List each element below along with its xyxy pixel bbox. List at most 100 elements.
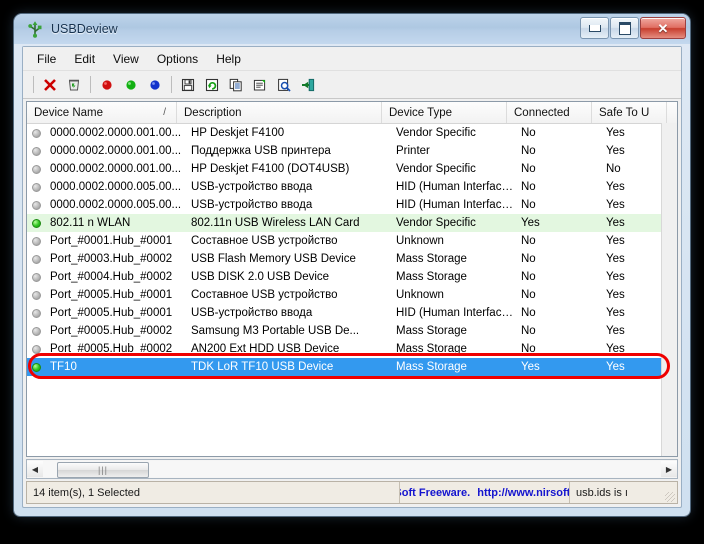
list-rows[interactable]: 0000.0002.0000.001.00... HP Deskjet F4100… [27, 124, 677, 456]
maximize-icon [618, 21, 631, 35]
list-header: Device Name / Description Device Type Co… [27, 102, 677, 124]
cell-type: Mass Storage [396, 253, 467, 265]
toolbar [23, 71, 681, 99]
cell-connected: No [521, 343, 536, 355]
menu-help[interactable]: Help [207, 49, 250, 69]
cell-description: USB-устройство ввода [191, 307, 313, 319]
cell-name: 0000.0002.0000.005.00... [50, 181, 182, 193]
usb-icon [26, 20, 44, 38]
table-row[interactable]: 0000.0002.0000.005.00... USB-устройство в… [27, 196, 677, 214]
horizontal-scroll-thumb[interactable]: ||| [57, 462, 149, 478]
usb-ids-label: usb.ids is ı [576, 486, 628, 499]
device-disconnected-icon [32, 308, 41, 318]
scroll-right-icon[interactable]: ▶ [661, 461, 677, 477]
table-row[interactable]: Port_#0005.Hub_#0002 Samsung M3 Portable … [27, 322, 677, 340]
usbdeview-window: USBDeview ✕ File Edit View Options Help [14, 14, 690, 516]
device-disconnected-icon [32, 326, 41, 336]
menu-options[interactable]: Options [148, 49, 207, 69]
cell-description: TDK LoR TF10 USB Device [191, 361, 334, 373]
table-row[interactable]: 802.11 n WLAN 802.11n USB Wireless LAN Ca… [27, 214, 677, 232]
table-row[interactable]: 0000.0002.0000.001.00... Поддержка USB пр… [27, 142, 677, 160]
column-header-description[interactable]: Description [177, 102, 382, 123]
column-header-device-name-label: Device Name [34, 106, 104, 119]
sort-indicator-icon: / [163, 107, 166, 118]
title-bar[interactable]: USBDeview ✕ [14, 14, 690, 44]
column-header-connected[interactable]: Connected [507, 102, 592, 123]
save-button[interactable] [176, 73, 200, 96]
menu-edit[interactable]: Edit [65, 49, 104, 69]
find-button[interactable] [272, 73, 296, 96]
table-row[interactable]: Port_#0003.Hub_#0002 USB Flash Memory USB… [27, 250, 677, 268]
cell-connected: No [521, 127, 536, 139]
table-row[interactable]: Port_#0005.Hub_#0001 USB-устройство ввода… [27, 304, 677, 322]
connect-device-button[interactable] [143, 73, 167, 96]
toolbar-separator [33, 76, 34, 93]
cell-connected: No [521, 325, 536, 337]
table-row[interactable]: TF10 TDK LoR TF10 USB Device Mass Storage Y… [27, 358, 677, 376]
device-disconnected-icon [32, 128, 41, 138]
toolbar-separator [171, 76, 172, 93]
copy-button[interactable] [224, 73, 248, 96]
device-disconnected-icon [32, 200, 41, 210]
cell-connected: Yes [521, 361, 540, 373]
table-row[interactable]: Port_#0001.Hub_#0001 Составное USB устрой… [27, 232, 677, 250]
cell-name: Port_#0005.Hub_#0002 [50, 325, 173, 337]
properties-button[interactable] [248, 73, 272, 96]
window-client-area: File Edit View Options Help Device Name … [22, 46, 682, 508]
cell-description: HP Deskjet F4100 (DOT4USB) [191, 163, 350, 175]
status-bar: 14 item(s), 1 Selected NirSoft Freeware.… [26, 481, 678, 504]
exit-button[interactable] [296, 73, 320, 96]
close-button[interactable]: ✕ [640, 17, 686, 39]
maximize-button[interactable] [610, 17, 639, 39]
cell-description: USB Flash Memory USB Device [191, 253, 356, 265]
cell-type: HID (Human Interface D... [396, 181, 514, 193]
cell-type: Vendor Specific [396, 127, 476, 139]
credit-name: NirSoft Freeware. [400, 486, 471, 499]
enable-device-button[interactable] [119, 73, 143, 96]
table-row[interactable]: Port_#0004.Hub_#0002 USB DISK 2.0 USB Dev… [27, 268, 677, 286]
column-header-device-name[interactable]: Device Name / [27, 102, 177, 123]
table-row[interactable]: Port_#0005.Hub_#0001 Составное USB устрой… [27, 286, 677, 304]
cell-connected: No [521, 181, 536, 193]
cell-connected: No [521, 289, 536, 301]
cell-type: Vendor Specific [396, 163, 476, 175]
caption-buttons: ✕ [579, 17, 686, 39]
refresh-button[interactable] [200, 73, 224, 96]
cell-description: Поддержка USB принтера [191, 145, 331, 157]
table-row[interactable]: 0000.0002.0000.005.00... USB-устройство в… [27, 178, 677, 196]
table-row[interactable]: 0000.0002.0000.001.00... HP Deskjet F4100… [27, 124, 677, 142]
cell-connected: No [521, 199, 536, 211]
vertical-scrollbar[interactable] [661, 123, 677, 456]
device-disconnected-icon [32, 236, 41, 246]
desktop-background: USBDeview ✕ File Edit View Options Help [0, 0, 704, 544]
cell-connected: No [521, 163, 536, 175]
disable-device-button[interactable] [62, 73, 86, 96]
cell-connected: No [521, 307, 536, 319]
close-icon: ✕ [657, 20, 669, 36]
minimize-button[interactable] [580, 17, 609, 39]
table-row[interactable]: 0000.0002.0000.001.00... HP Deskjet F4100… [27, 160, 677, 178]
device-list[interactable]: Device Name / Description Device Type Co… [26, 101, 678, 457]
scroll-left-icon[interactable]: ◀ [27, 461, 43, 477]
resize-grip-icon[interactable] [665, 492, 675, 502]
device-connected-icon [32, 362, 41, 372]
cell-name: 0000.0002.0000.001.00... [50, 127, 182, 139]
column-header-safe-to-unplug[interactable]: Safe To U [592, 102, 667, 123]
toolbar-separator [90, 76, 91, 93]
table-row[interactable]: Port_#0005.Hub_#0002 AN200 Ext HDD USB De… [27, 340, 677, 358]
status-credit[interactable]: NirSoft Freeware. http://www.nirsoft.net [400, 482, 570, 503]
cell-name: 802.11 n WLAN [50, 217, 131, 229]
column-header-device-type[interactable]: Device Type [382, 102, 507, 123]
menu-file[interactable]: File [28, 49, 65, 69]
cell-type: Mass Storage [396, 325, 467, 337]
menu-bar: File Edit View Options Help [23, 47, 681, 71]
device-disconnected-icon [32, 164, 41, 174]
device-disconnected-icon [32, 290, 41, 300]
menu-view[interactable]: View [104, 49, 148, 69]
horizontal-scroll-track[interactable]: ||| [43, 461, 661, 478]
stop-device-button[interactable] [95, 73, 119, 96]
device-disconnected-icon [32, 146, 41, 156]
horizontal-scrollbar[interactable]: ◀ ||| ▶ [26, 459, 678, 479]
uninstall-device-button[interactable] [38, 73, 62, 96]
credit-url[interactable]: http://www.nirsoft.net [477, 487, 569, 499]
